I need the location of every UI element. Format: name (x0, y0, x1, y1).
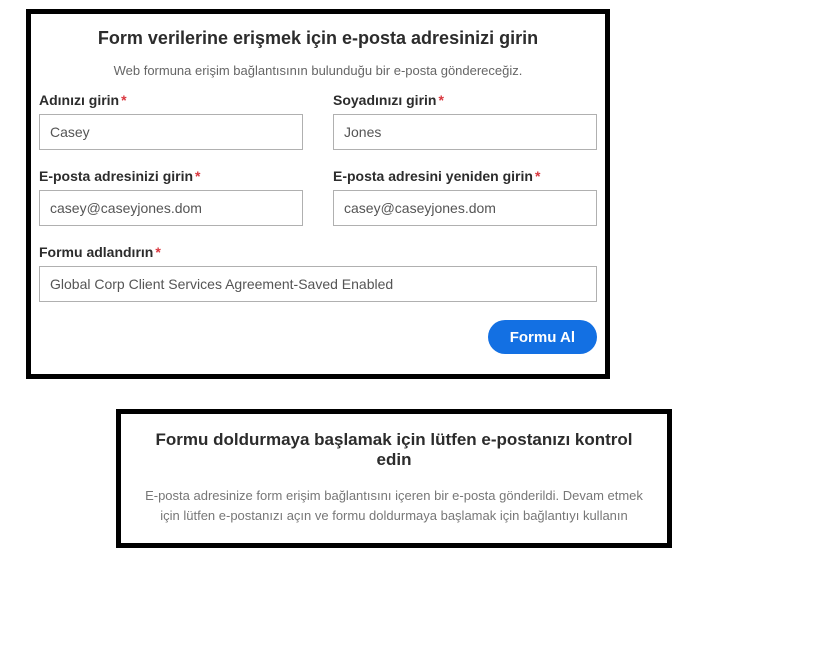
row-form-name: Formu adlandırın* (39, 244, 597, 302)
field-email-confirm: E-posta adresini yeniden girin* (333, 168, 597, 226)
row-name: Adınızı girin* Soyadınızı girin* (39, 92, 597, 150)
enter-email-panel: Form verilerine erişmek için e-posta adr… (26, 9, 610, 379)
row-email: E-posta adresinizi girin* E-posta adresi… (39, 168, 597, 226)
panel-subtitle: Web formuna erişim bağlantısının bulundu… (31, 63, 605, 78)
first-name-input[interactable] (39, 114, 303, 150)
email-confirm-input[interactable] (333, 190, 597, 226)
field-first-name: Adınızı girin* (39, 92, 303, 150)
form-body: Adınızı girin* Soyadınızı girin* E-posta… (31, 92, 605, 302)
field-email: E-posta adresinizi girin* (39, 168, 303, 226)
email-label: E-posta adresinizi girin* (39, 168, 303, 184)
label-text: E-posta adresinizi girin (39, 168, 193, 184)
email-confirm-label: E-posta adresini yeniden girin* (333, 168, 597, 184)
email-input[interactable] (39, 190, 303, 226)
get-form-button[interactable]: Formu Al (488, 320, 597, 354)
form-name-label: Formu adlandırın* (39, 244, 597, 260)
label-text: E-posta adresini yeniden girin (333, 168, 533, 184)
check-email-panel: Formu doldurmaya başlamak için lütfen e-… (116, 409, 672, 548)
required-mark: * (195, 168, 200, 184)
confirmation-title: Formu doldurmaya başlamak için lütfen e-… (139, 430, 649, 470)
button-row: Formu Al (31, 320, 605, 354)
label-text: Formu adlandırın (39, 244, 153, 260)
required-mark: * (535, 168, 540, 184)
form-name-input[interactable] (39, 266, 597, 302)
last-name-input[interactable] (333, 114, 597, 150)
confirmation-body: E-posta adresinize form erişim bağlantıs… (139, 486, 649, 525)
last-name-label: Soyadınızı girin* (333, 92, 597, 108)
required-mark: * (121, 92, 126, 108)
field-form-name: Formu adlandırın* (39, 244, 597, 302)
label-text: Soyadınızı girin (333, 92, 436, 108)
field-last-name: Soyadınızı girin* (333, 92, 597, 150)
required-mark: * (155, 244, 160, 260)
first-name-label: Adınızı girin* (39, 92, 303, 108)
label-text: Adınızı girin (39, 92, 119, 108)
required-mark: * (438, 92, 443, 108)
panel-title: Form verilerine erişmek için e-posta adr… (31, 28, 605, 49)
